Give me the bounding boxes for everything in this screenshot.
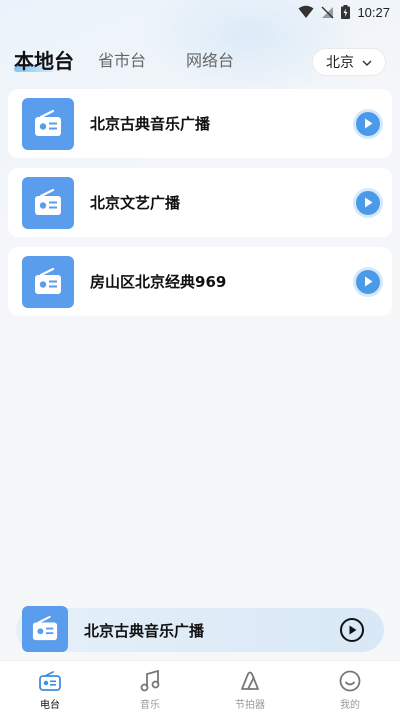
mini-player[interactable]: 北京古典音乐广播 [16, 606, 384, 652]
radio-icon [22, 255, 74, 308]
city-dropdown[interactable]: 北京 [312, 48, 386, 76]
tab-network[interactable]: 网络台 [186, 48, 234, 74]
play-icon[interactable] [356, 269, 380, 294]
nav-metronome[interactable]: 节拍器 [200, 661, 300, 712]
battery-charging-icon [341, 5, 351, 19]
nav-profile[interactable]: 我的 [300, 661, 400, 712]
play-icon[interactable] [356, 190, 380, 215]
chevron-down-icon [362, 54, 372, 70]
city-dropdown-value: 北京 [326, 55, 354, 71]
station-list: 北京古典音乐广播 北京文艺广播 房山区北京经典969 [8, 89, 392, 326]
wifi-icon [298, 5, 314, 19]
radio-icon [39, 669, 61, 693]
station-name: 北京古典音乐广播 [90, 115, 211, 133]
nav-label: 音乐 [140, 700, 160, 711]
station-row[interactable]: 北京文艺广播 [8, 168, 392, 237]
station-row[interactable]: 房山区北京经典969 [8, 247, 392, 316]
clock-time: 10:27 [357, 4, 390, 20]
nav-label: 电台 [40, 700, 60, 711]
channel-tabs: 本地台 省市台 网络台 [14, 48, 274, 74]
bottom-nav: 电台 音乐 节拍器 我的 [0, 660, 400, 712]
radio-icon [22, 97, 74, 150]
now-playing-title: 北京古典音乐广播 [84, 621, 205, 640]
nav-music[interactable]: 音乐 [100, 661, 200, 712]
play-icon[interactable] [356, 111, 380, 136]
tab-local[interactable]: 本地台 [14, 48, 74, 74]
smile-face-icon [339, 669, 361, 693]
tab-province-city[interactable]: 省市台 [98, 48, 146, 74]
station-name: 房山区北京经典969 [90, 273, 227, 291]
music-note-icon [140, 669, 160, 693]
nav-label: 节拍器 [235, 700, 265, 711]
nav-radio[interactable]: 电台 [0, 661, 100, 712]
nav-label: 我的 [340, 700, 360, 711]
status-bar: 10:27 [0, 0, 400, 24]
no-signal-icon [321, 6, 334, 19]
radio-icon [22, 606, 68, 652]
station-row[interactable]: 北京古典音乐广播 [8, 89, 392, 158]
play-icon[interactable] [340, 618, 364, 642]
metronome-icon [239, 669, 261, 693]
radio-icon [22, 176, 74, 229]
station-name: 北京文艺广播 [90, 194, 181, 212]
